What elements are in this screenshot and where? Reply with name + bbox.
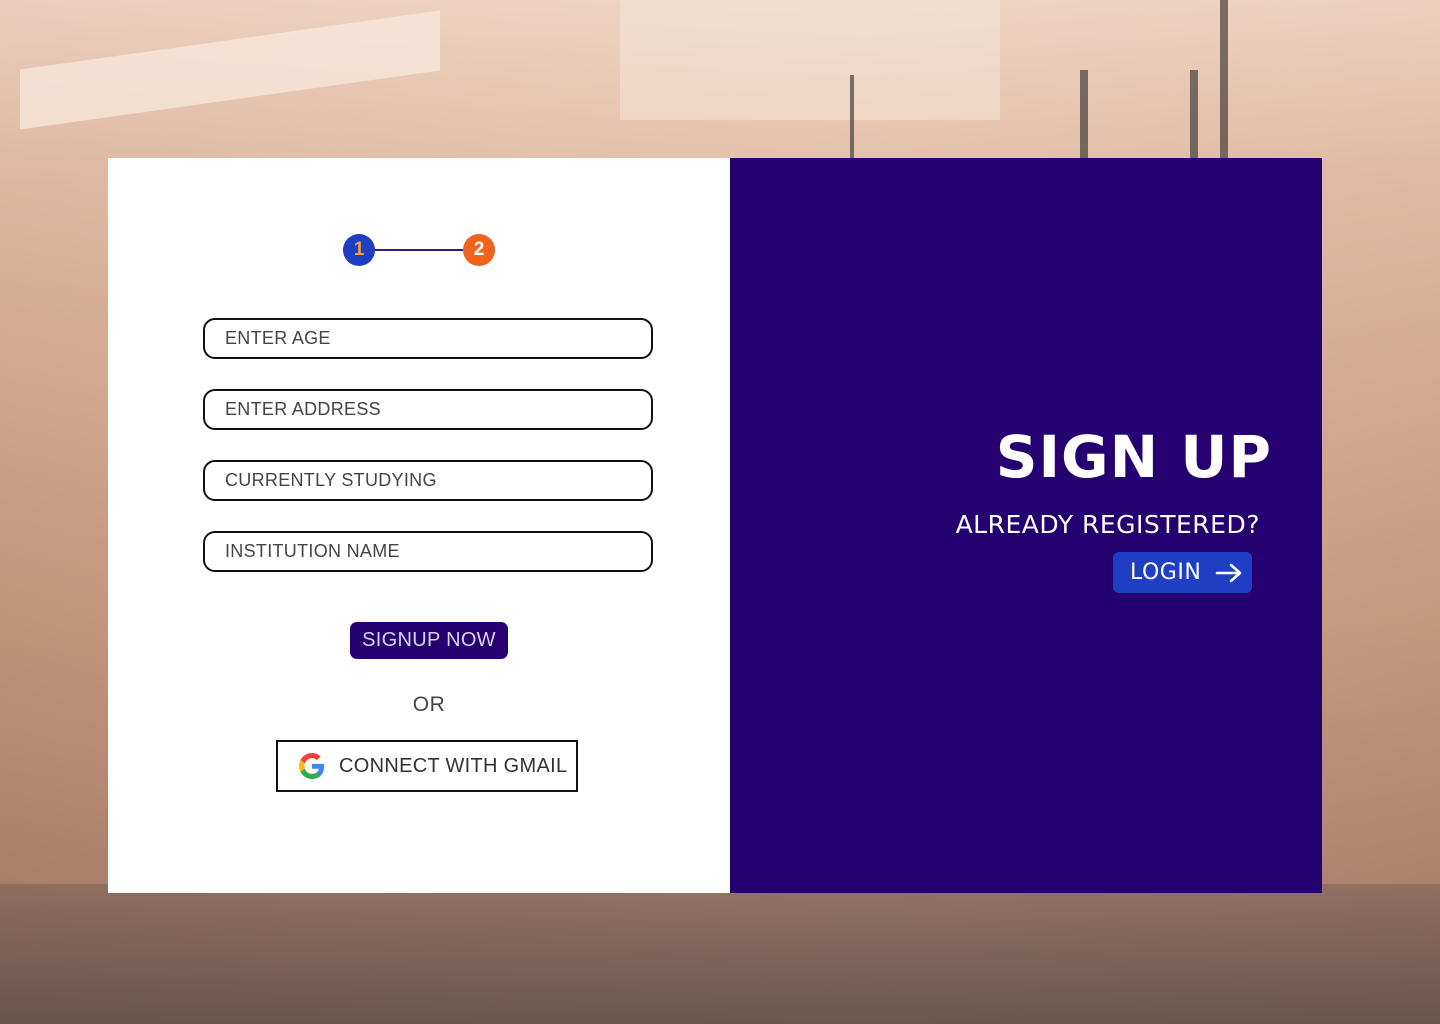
connect-gmail-label: CONNECT WITH GMAIL	[339, 754, 568, 777]
google-icon	[299, 753, 325, 779]
floor	[0, 884, 1440, 1024]
ceiling-post	[850, 75, 854, 160]
arrow-right-icon	[1215, 563, 1242, 582]
step-2-indicator[interactable]: 2	[463, 234, 495, 266]
age-input[interactable]	[205, 320, 651, 357]
step-1-indicator[interactable]: 1	[343, 234, 375, 266]
address-field[interactable]	[203, 389, 653, 430]
already-registered-text: ALREADY REGISTERED?	[955, 510, 1260, 539]
institution-field[interactable]	[203, 531, 653, 572]
ceiling-post	[1220, 0, 1228, 160]
login-button[interactable]: LOGIN	[1113, 552, 1252, 593]
stepper-connector	[359, 249, 479, 251]
signup-now-button[interactable]: SIGNUP NOW	[350, 622, 508, 659]
address-input[interactable]	[205, 391, 651, 428]
currently-studying-input[interactable]	[205, 462, 651, 499]
or-divider: OR	[412, 693, 446, 716]
institution-name-input[interactable]	[205, 533, 651, 570]
progress-stepper: 1 2	[343, 234, 495, 266]
ceiling-beam	[20, 10, 440, 130]
signup-info-panel: SIGN UP ALREADY REGISTERED? LOGIN	[730, 158, 1322, 893]
connect-gmail-button[interactable]: CONNECT WITH GMAIL	[276, 740, 578, 792]
ceiling-post	[1080, 70, 1088, 160]
studying-field[interactable]	[203, 460, 653, 501]
ceiling-panel	[620, 0, 1000, 120]
login-label: LOGIN	[1130, 560, 1202, 585]
signup-form-panel: 1 2 SIGNUP NOW OR CONNECT WITH GMAIL	[108, 158, 730, 893]
ceiling-post	[1190, 70, 1198, 160]
page-title: SIGN UP	[995, 423, 1272, 491]
age-field[interactable]	[203, 318, 653, 359]
